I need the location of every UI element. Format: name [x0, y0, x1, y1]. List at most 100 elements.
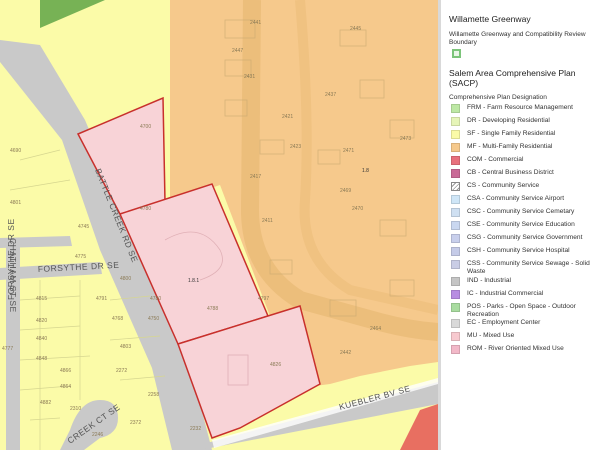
- legend-item-label: CB - Central Business District: [467, 169, 554, 176]
- address-label: 4788: [207, 306, 218, 312]
- legend-item: FRM - Farm Resource Management: [449, 104, 594, 117]
- address-label: 4882: [40, 400, 51, 406]
- legend-swatch-icon: [451, 208, 460, 217]
- legend-item-label: EC - Employment Center: [467, 319, 541, 326]
- address-label: 2246: [92, 432, 103, 438]
- address-label: 4775: [75, 254, 86, 260]
- address-label: 4690: [10, 148, 21, 154]
- address-label: 4745: [78, 224, 89, 230]
- address-label: 2272: [116, 368, 127, 374]
- legend-item-label: COM - Commercial: [467, 156, 524, 163]
- legend-swatch-icon: [451, 289, 460, 299]
- greenway-boundary-icon: [452, 49, 461, 58]
- legend-item: DR - Developing Residential: [449, 117, 594, 130]
- address-label: 4803: [120, 344, 131, 350]
- legend-swatch-icon: [451, 104, 460, 113]
- legend-item: MU - Mixed Use: [449, 332, 594, 345]
- legend-swatch-icon: [451, 182, 460, 191]
- address-label: 2372: [130, 420, 141, 426]
- legend-swatch-icon: [451, 345, 460, 354]
- legend-item: CS - Community Service: [449, 182, 594, 195]
- address-label: 4800: [120, 276, 131, 282]
- address-label: 4820: [36, 318, 47, 324]
- legend-item-label: FRM - Farm Resource Management: [467, 104, 573, 111]
- legend-item: MF - Multi-Family Residential: [449, 143, 594, 156]
- map-canvas[interactable]: BATTLE CREEK RD SE FORSYTHE DR SE FORSYT…: [0, 0, 438, 450]
- legend-item: CSC - Community Service Cemetary: [449, 208, 594, 221]
- address-label: 4750: [148, 316, 159, 322]
- legend-swatch-icon: [451, 234, 460, 243]
- address-label: 4826: [270, 362, 281, 368]
- legend-swatch-icon: [451, 195, 460, 204]
- address-label: 2417: [250, 174, 261, 180]
- legend-item-label: CS - Community Service: [467, 182, 540, 189]
- address-label: 4700: [140, 124, 151, 130]
- legend-item: CSG - Community Service Government: [449, 234, 594, 247]
- chatham-road-label: CHATHAM ST SE: [8, 238, 18, 313]
- legend-swatch-icon: [451, 332, 460, 341]
- address-label: 2232: [190, 426, 201, 432]
- mf-zone-label: 1.8: [362, 168, 369, 174]
- legend-swatch-icon: [451, 276, 460, 286]
- legend-item-label: ROM - River Oriented Mixed Use: [467, 345, 564, 352]
- legend-item: EC - Employment Center: [449, 319, 594, 332]
- legend-swatch-icon: [451, 169, 460, 178]
- legend-item: CSE - Community Service Education: [449, 221, 594, 234]
- greenway-description: Willamette Greenway and Compatibility Re…: [449, 31, 586, 46]
- address-label: 2423: [290, 144, 301, 150]
- address-label: 2447: [232, 48, 243, 54]
- legend-item-label: MU - Mixed Use: [467, 332, 515, 339]
- address-label: 2473: [400, 136, 411, 142]
- legend-item: IC - Industrial Commercial: [449, 289, 594, 303]
- address-label: 4780: [150, 296, 161, 302]
- legend-item: CSS - Community Service Sewage - Solid W…: [449, 260, 594, 276]
- legend-swatch-icon: [451, 247, 460, 256]
- address-label: 2411: [262, 218, 273, 224]
- address-label: 4791: [96, 296, 107, 302]
- address-label: 4848: [36, 356, 47, 362]
- address-label: 2258: [148, 392, 159, 398]
- address-label: 4777: [2, 346, 13, 352]
- address-label: 2470: [352, 206, 363, 212]
- address-label: 4780: [140, 206, 151, 212]
- map-view[interactable]: BATTLE CREEK RD SE FORSYTHE DR SE FORSYT…: [0, 0, 438, 450]
- greenway-title: Willamette Greenway: [449, 14, 531, 24]
- address-label: 4840: [36, 336, 47, 342]
- legend-swatch-icon: [451, 143, 460, 152]
- legend-swatch-icon: [451, 117, 460, 126]
- legend-item: SF - Single Family Residential: [449, 130, 594, 143]
- address-label: 2469: [340, 188, 351, 194]
- address-label: 4801: [10, 200, 21, 206]
- legend-swatch-icon: [451, 130, 460, 139]
- address-label: 4815: [36, 296, 47, 302]
- legend-items: FRM - Farm Resource Management DR - Devel…: [449, 104, 594, 358]
- address-label: 2464: [370, 326, 381, 332]
- address-label: 2441: [250, 20, 261, 26]
- legend-item: CB - Central Business District: [449, 169, 594, 182]
- legend-swatch-icon: [451, 156, 460, 165]
- legend-item-label: CSH - Community Service Hospital: [467, 247, 570, 254]
- legend-item-label: CSG - Community Service Government: [467, 234, 583, 241]
- legend-item-label: CSS - Community Service Sewage - Solid W…: [467, 260, 590, 275]
- legend-item: POS - Parks - Open Space - Outdoor Recre…: [449, 302, 594, 319]
- designation-subtitle: Comprehensive Plan Designation: [449, 94, 547, 101]
- address-label: 2445: [350, 26, 361, 32]
- address-label: 2431: [244, 74, 255, 80]
- legend-item-label: DR - Developing Residential: [467, 117, 550, 124]
- address-label: 4768: [112, 316, 123, 322]
- legend-item: IND - Industrial: [449, 276, 594, 290]
- legend-item-label: CSA - Community Service Airport: [467, 195, 565, 202]
- address-label: 2437: [325, 92, 336, 98]
- legend-swatch-icon: [451, 221, 460, 230]
- legend-panel: Willamette Greenway Willamette Greenway …: [441, 0, 600, 450]
- legend-item-label: CSE - Community Service Education: [467, 221, 575, 228]
- legend-swatch-icon: [451, 302, 460, 312]
- address-label: 4866: [60, 368, 71, 374]
- address-label: 2442: [340, 350, 351, 356]
- legend-item: CSH - Community Service Hospital: [449, 247, 594, 260]
- legend-swatch-icon: [451, 319, 460, 328]
- legend-item-label: SF - Single Family Residential: [467, 130, 556, 137]
- address-label: 4797: [258, 296, 269, 302]
- address-label: 2421: [282, 114, 293, 120]
- legend-item-label: POS - Parks - Open Space - Outdoor Recre…: [467, 302, 576, 318]
